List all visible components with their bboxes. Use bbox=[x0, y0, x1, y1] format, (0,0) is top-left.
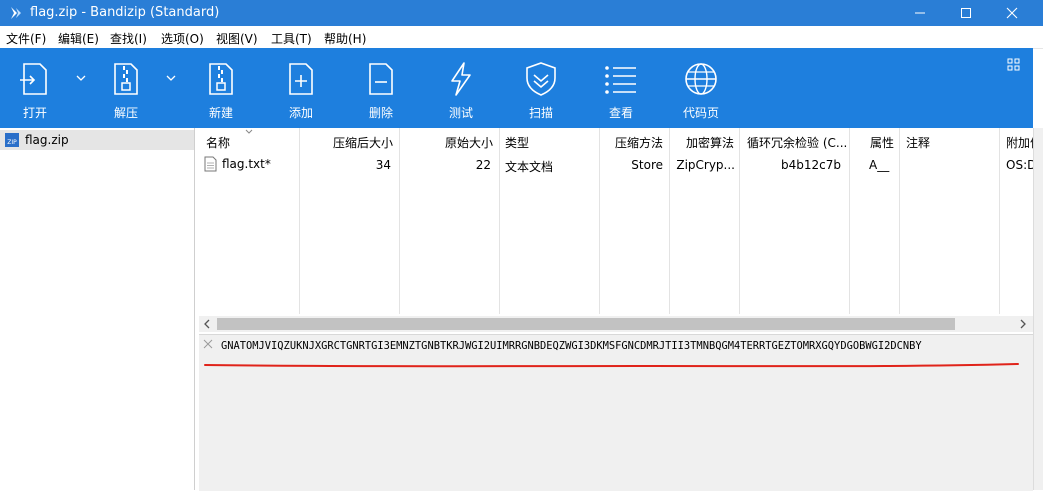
file-attributes: A__ bbox=[869, 158, 890, 172]
delete-button[interactable]: 删除 bbox=[346, 48, 416, 128]
sort-indicator-icon bbox=[245, 129, 253, 134]
maximize-icon bbox=[961, 8, 971, 18]
scroll-right-icon[interactable] bbox=[1019, 319, 1027, 329]
close-icon bbox=[1006, 7, 1018, 19]
test-icon bbox=[451, 62, 471, 96]
menu-options[interactable]: 选项(O) bbox=[161, 30, 204, 47]
file-method: Store bbox=[631, 158, 663, 172]
archive-comment-panel: GNATOMJVIQZUKNJXGRCTGNRTGI3EMNZTGNBTKRJW… bbox=[199, 334, 1033, 491]
zip-file-icon: ZIP bbox=[5, 133, 19, 147]
column-comment[interactable]: 注释 bbox=[900, 128, 1000, 314]
column-name[interactable]: 名称 flag.txt* bbox=[199, 128, 300, 314]
red-underline-annotation bbox=[204, 363, 1019, 368]
menu-view[interactable]: 视图(V) bbox=[216, 30, 258, 47]
column-attributes[interactable]: 属性 A__ bbox=[850, 128, 900, 314]
codepage-icon bbox=[685, 63, 717, 95]
menu-find[interactable]: 查找(I) bbox=[110, 30, 147, 47]
scroll-left-icon[interactable] bbox=[203, 319, 211, 329]
file-original-size: 22 bbox=[475, 158, 491, 172]
add-button[interactable]: 添加 bbox=[266, 48, 336, 128]
column-header-name[interactable]: 名称 bbox=[206, 134, 230, 151]
extract-icon bbox=[114, 63, 138, 95]
open-button[interactable]: 打开 bbox=[0, 48, 70, 128]
menu-bar: 文件(F) 编辑(E) 查找(I) 选项(O) 视图(V) 工具(T) 帮助(H… bbox=[0, 26, 1043, 49]
codepage-button[interactable]: 代码页 bbox=[666, 48, 736, 128]
new-archive-button[interactable]: 新建 bbox=[186, 48, 256, 128]
file-crc: b4b12c7b bbox=[781, 158, 841, 172]
minimize-icon bbox=[915, 12, 925, 14]
horizontal-scroll-thumb[interactable] bbox=[217, 318, 955, 330]
column-type[interactable]: 类型 文本文档 bbox=[500, 128, 600, 314]
layout-grid-icon[interactable] bbox=[1007, 58, 1021, 72]
svg-text:ZIP: ZIP bbox=[7, 139, 17, 146]
file-list: 名称 flag.txt* 压缩后大小 34 原始大小 22 类型 文本文档 压缩… bbox=[199, 128, 1033, 314]
extract-button[interactable]: 解压 bbox=[91, 48, 161, 128]
scan-button[interactable]: 扫描 bbox=[506, 48, 576, 128]
delete-file-icon bbox=[369, 63, 393, 95]
bandizip-app-icon bbox=[11, 7, 21, 19]
open-dropdown-icon[interactable] bbox=[76, 74, 86, 82]
file-compressed-size: 34 bbox=[375, 158, 391, 172]
maximize-button[interactable] bbox=[943, 0, 989, 26]
menu-help[interactable]: 帮助(H) bbox=[324, 30, 366, 47]
archive-comment-text: GNATOMJVIQZUKNJXGRCTGNRTGI3EMNZTGNBTKRJW… bbox=[221, 340, 922, 352]
column-original-size[interactable]: 原始大小 22 bbox=[400, 128, 500, 314]
view-icon bbox=[605, 66, 636, 94]
title-bar: flag.zip - Bandizip (Standard) bbox=[0, 0, 1043, 26]
file-encryption: ZipCryp... bbox=[676, 158, 735, 172]
column-extra[interactable]: 附加信 OS:D bbox=[1000, 128, 1033, 314]
toolbar: 打开 解压 新建 添加 删除 测试 扫描 查看 代码页 bbox=[0, 48, 1033, 128]
menu-tools[interactable]: 工具(T) bbox=[271, 30, 312, 47]
close-button[interactable] bbox=[989, 0, 1035, 26]
text-file-icon bbox=[204, 156, 217, 172]
new-archive-icon bbox=[209, 63, 233, 95]
file-name: flag.txt* bbox=[222, 157, 271, 171]
file-extra: OS:D bbox=[1006, 158, 1033, 172]
scan-icon bbox=[526, 62, 556, 96]
minimize-button[interactable] bbox=[897, 0, 943, 26]
open-icon bbox=[20, 63, 47, 95]
tree-item-flag-zip[interactable]: ZIP flag.zip bbox=[0, 130, 194, 150]
column-compressed-size[interactable]: 压缩后大小 34 bbox=[300, 128, 400, 314]
close-comment-icon[interactable] bbox=[203, 339, 213, 349]
horizontal-scrollbar[interactable] bbox=[199, 316, 1033, 332]
file-type: 文本文档 bbox=[505, 160, 554, 174]
extract-dropdown-icon[interactable] bbox=[166, 74, 176, 82]
column-crc[interactable]: 循环冗余检验 (C... b4b12c7b bbox=[740, 128, 850, 314]
view-button[interactable]: 查看 bbox=[586, 48, 656, 128]
column-encryption[interactable]: 加密算法 ZipCryp... bbox=[670, 128, 740, 314]
vertical-scrollbar[interactable] bbox=[1033, 128, 1043, 490]
menu-file[interactable]: 文件(F) bbox=[6, 30, 46, 47]
test-button[interactable]: 测试 bbox=[426, 48, 496, 128]
column-method[interactable]: 压缩方法 Store bbox=[600, 128, 670, 314]
window-title: flag.zip - Bandizip (Standard) bbox=[30, 5, 220, 20]
add-file-icon bbox=[289, 63, 313, 95]
folder-tree: ZIP flag.zip bbox=[0, 128, 195, 490]
menu-edit[interactable]: 编辑(E) bbox=[58, 30, 99, 47]
